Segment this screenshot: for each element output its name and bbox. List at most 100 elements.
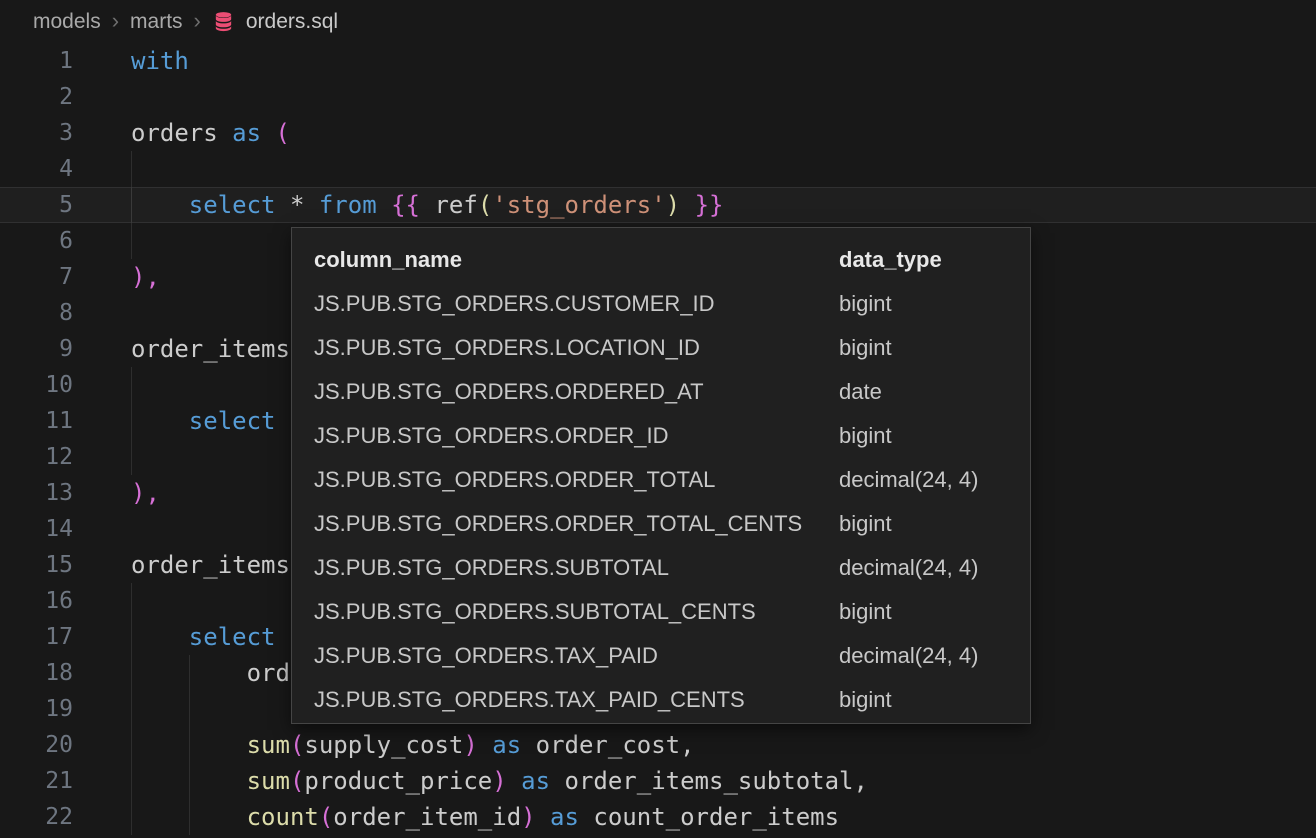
hover-table-header-data-type: data_type bbox=[839, 247, 1008, 273]
data-type-cell: bigint bbox=[839, 599, 1008, 625]
column-name-cell: JS.PUB.STG_ORDERS.TAX_PAID_CENTS bbox=[314, 687, 839, 713]
indent-guide bbox=[131, 439, 132, 475]
token-punc: }} bbox=[695, 191, 724, 219]
indent-guide bbox=[189, 727, 190, 763]
token-str: 'stg_orders' bbox=[492, 191, 665, 219]
token-plain: order_items bbox=[131, 551, 290, 579]
token-plain: ord bbox=[131, 659, 290, 687]
line-number: 13 bbox=[0, 475, 80, 511]
line-number: 21 bbox=[0, 763, 80, 799]
token-punc: ), bbox=[131, 479, 160, 507]
column-name-cell: JS.PUB.STG_ORDERS.ORDERED_AT bbox=[314, 379, 839, 405]
hover-table-row: JS.PUB.STG_ORDERS.ORDER_IDbigint bbox=[292, 414, 1030, 458]
indent-guide bbox=[131, 619, 132, 655]
token-plain: order_items bbox=[131, 335, 290, 363]
token-plain: product_price bbox=[304, 767, 492, 795]
token-plain bbox=[536, 803, 550, 831]
column-name-cell: JS.PUB.STG_ORDERS.LOCATION_ID bbox=[314, 335, 839, 361]
hover-popup: column_namedata_typeJS.PUB.STG_ORDERS.CU… bbox=[291, 227, 1031, 724]
code-line-content bbox=[80, 151, 1316, 187]
hover-table-row: JS.PUB.STG_ORDERS.TAX_PAID_CENTSbigint bbox=[292, 678, 1030, 722]
hover-table-row: JS.PUB.STG_ORDERS.CUSTOMER_IDbigint bbox=[292, 282, 1030, 326]
token-kw: as bbox=[550, 803, 579, 831]
token-plain: order_item_id bbox=[333, 803, 521, 831]
code-line[interactable]: 4 bbox=[0, 151, 1316, 187]
column-name-cell: JS.PUB.STG_ORDERS.SUBTOTAL_CENTS bbox=[314, 599, 839, 625]
column-name-cell: JS.PUB.STG_ORDERS.ORDER_TOTAL bbox=[314, 467, 839, 493]
indent-guide bbox=[131, 763, 132, 799]
breadcrumb-item-marts[interactable]: marts bbox=[130, 10, 183, 34]
token-kw: as bbox=[232, 119, 261, 147]
line-number: 16 bbox=[0, 583, 80, 619]
breadcrumb-separator-icon: › bbox=[112, 10, 119, 32]
data-type-cell: bigint bbox=[839, 511, 1008, 537]
code-line-content: sum(product_price) as order_items_subtot… bbox=[80, 763, 1316, 799]
column-name-cell: JS.PUB.STG_ORDERS.CUSTOMER_ID bbox=[314, 291, 839, 317]
indent-guide bbox=[131, 403, 132, 439]
breadcrumb-item-file[interactable]: orders.sql bbox=[246, 10, 338, 34]
indent-guide bbox=[131, 367, 132, 403]
line-number: 4 bbox=[0, 151, 80, 187]
indent-guide bbox=[189, 799, 190, 835]
token-fn: sum bbox=[247, 767, 290, 795]
token-plain bbox=[131, 191, 189, 219]
indent-guide bbox=[131, 583, 132, 619]
line-number: 19 bbox=[0, 691, 80, 727]
data-type-cell: bigint bbox=[839, 335, 1008, 361]
data-type-cell: decimal(24, 4) bbox=[839, 467, 1008, 493]
line-number: 10 bbox=[0, 367, 80, 403]
token-plain bbox=[680, 191, 694, 219]
hover-table-row: JS.PUB.STG_ORDERS.ORDER_TOTAL_CENTSbigin… bbox=[292, 502, 1030, 546]
code-line-content: count(order_item_id) as count_order_item… bbox=[80, 799, 1316, 835]
hover-table-row: JS.PUB.STG_ORDERS.SUBTOTALdecimal(24, 4) bbox=[292, 546, 1030, 590]
token-punc: {{ bbox=[391, 191, 420, 219]
token-plain: order_cost, bbox=[521, 731, 694, 759]
code-line-content: sum(supply_cost) as order_cost, bbox=[80, 727, 1316, 763]
line-number: 20 bbox=[0, 727, 80, 763]
token-plain: orders bbox=[131, 119, 232, 147]
indent-guide bbox=[189, 691, 190, 727]
line-number: 18 bbox=[0, 655, 80, 691]
line-number: 17 bbox=[0, 619, 80, 655]
breadcrumb-item-models[interactable]: models bbox=[33, 10, 101, 34]
code-line-current[interactable]: 5 select * from {{ ref('stg_orders') }} bbox=[0, 187, 1316, 223]
token-fn: sum bbox=[247, 731, 290, 759]
code-line[interactable]: 22 count(order_item_id) as count_order_i… bbox=[0, 799, 1316, 835]
code-line[interactable]: 20 sum(supply_cost) as order_cost, bbox=[0, 727, 1316, 763]
indent-guide bbox=[189, 655, 190, 691]
code-line[interactable]: 3 orders as ( bbox=[0, 115, 1316, 151]
code-line[interactable]: 1with bbox=[0, 43, 1316, 79]
line-number: 3 bbox=[0, 115, 80, 151]
code-line[interactable]: 21 sum(product_price) as order_items_sub… bbox=[0, 763, 1316, 799]
data-type-cell: decimal(24, 4) bbox=[839, 555, 1008, 581]
line-number: 5 bbox=[0, 187, 80, 223]
token-plain bbox=[478, 731, 492, 759]
hover-table-row: JS.PUB.STG_ORDERS.SUBTOTAL_CENTSbigint bbox=[292, 590, 1030, 634]
token-plain bbox=[507, 767, 521, 795]
indent-guide bbox=[189, 763, 190, 799]
token-punc: ( bbox=[276, 119, 290, 147]
column-name-cell: JS.PUB.STG_ORDERS.ORDER_ID bbox=[314, 423, 839, 449]
data-type-cell: bigint bbox=[839, 291, 1008, 317]
line-number: 9 bbox=[0, 331, 80, 367]
breadcrumb: models › marts › orders.sql bbox=[0, 0, 1316, 43]
hover-table-row: JS.PUB.STG_ORDERS.TAX_PAIDdecimal(24, 4) bbox=[292, 634, 1030, 678]
token-punc: ) bbox=[463, 731, 477, 759]
token-punc: ) bbox=[521, 803, 535, 831]
token-punc: ) bbox=[492, 767, 506, 795]
database-icon bbox=[212, 10, 235, 33]
token-punc: ( bbox=[319, 803, 333, 831]
token-kw: select bbox=[189, 191, 276, 219]
token-punc: ( bbox=[290, 767, 304, 795]
code-line[interactable]: 2 bbox=[0, 79, 1316, 115]
line-number: 7 bbox=[0, 259, 80, 295]
hover-table-header-column-name: column_name bbox=[314, 247, 839, 273]
hover-table-row: JS.PUB.STG_ORDERS.LOCATION_IDbigint bbox=[292, 326, 1030, 370]
token-fn: ( bbox=[478, 191, 492, 219]
indent-guide bbox=[131, 691, 132, 727]
token-plain: order_items_subtotal, bbox=[550, 767, 868, 795]
token-punc: ), bbox=[131, 263, 160, 291]
hover-table-header-row: column_namedata_type bbox=[292, 238, 1030, 282]
token-kw: as bbox=[521, 767, 550, 795]
token-plain bbox=[131, 407, 189, 435]
